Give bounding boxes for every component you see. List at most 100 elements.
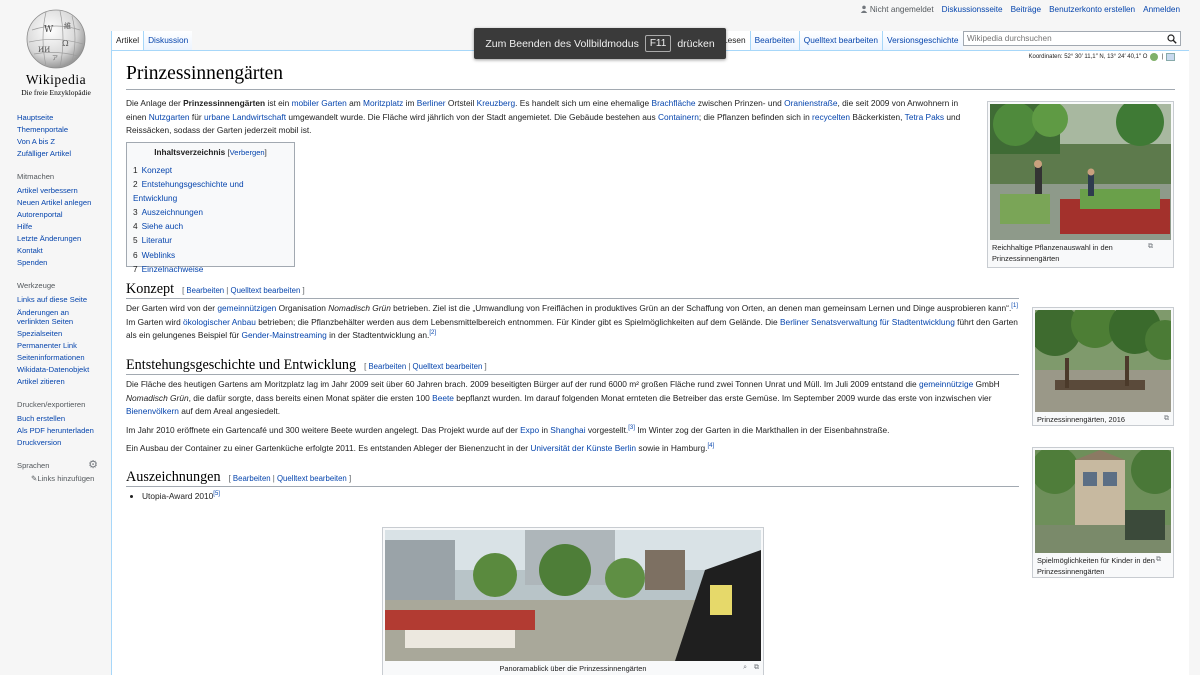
link-recycelten[interactable]: recycelten <box>812 112 850 122</box>
sidebar-item-autorenportal[interactable]: Autorenportal <box>17 210 63 219</box>
tab-artikel[interactable]: Artikel <box>111 31 144 52</box>
link-moritzplatz[interactable]: Moritzplatz <box>363 98 403 108</box>
link-beete[interactable]: Beete <box>432 393 454 403</box>
sidebar-item-kontakt[interactable]: Kontakt <box>17 246 43 255</box>
toc-item[interactable]: 2 Entstehungsgeschichte und Entwicklung <box>133 177 288 205</box>
enlarge-icon[interactable]: ⧉ <box>754 663 759 674</box>
link-gemeinnuetzig[interactable]: gemeinnützigen <box>217 303 276 313</box>
enlarge-icon[interactable]: ⧉ <box>1148 242 1153 253</box>
heading-divider <box>126 298 1019 299</box>
link-udk-berlin[interactable]: Universität der Künste Berlin <box>530 443 636 453</box>
link-kreuzberg[interactable]: Kreuzberg <box>477 98 516 108</box>
sidebar-item-a-bis-z[interactable]: Von A bis Z <box>17 137 55 146</box>
search-icon[interactable] <box>1167 34 1177 44</box>
add-language-links[interactable]: ✎Links hinzufügen <box>31 474 108 483</box>
sidebar-item-spenden[interactable]: Spenden <box>17 258 47 267</box>
create-account-link[interactable]: Benutzerkonto erstellen <box>1049 5 1135 14</box>
contributions-link[interactable]: Beiträge <box>1011 5 1042 14</box>
search-input[interactable] <box>964 32 1154 45</box>
sidebar-item-hilfe[interactable]: Hilfe <box>17 222 32 231</box>
ref-2[interactable]: [2] <box>429 330 436 336</box>
heading-entstehung: Entstehungsgeschichte und Entwicklung[ B… <box>126 357 487 373</box>
svg-text:ア: ア <box>52 55 58 62</box>
toc-item[interactable]: 5 Literatur <box>133 233 288 247</box>
link-tetra-paks[interactable]: Tetra Paks <box>905 112 944 122</box>
tab-diskussion[interactable]: Diskussion <box>143 31 193 52</box>
link-oekologischer-anbau[interactable]: ökologischer Anbau <box>183 317 256 327</box>
ref-4[interactable]: [4] <box>708 443 715 449</box>
edit-link-auszeichnungen[interactable]: Bearbeiten <box>233 474 271 483</box>
toc-item[interactable]: 7 Einzelnachweise <box>133 262 288 276</box>
link-senatsverwaltung[interactable]: Berliner Senatsverwaltung für Stadtentwi… <box>780 317 955 327</box>
sidebar-item-druckversion[interactable]: Druckversion <box>17 438 61 447</box>
link-gender-mainstreaming[interactable]: Gender-Mainstreaming <box>242 330 327 340</box>
toc-item[interactable]: 3 Auszeichnungen <box>133 205 288 219</box>
playground-image[interactable] <box>1035 450 1171 553</box>
source-edit-link-konzept[interactable]: Quelltext bearbeiten <box>231 286 301 295</box>
panorama-image[interactable] <box>385 530 761 661</box>
sidebar-item-spezialseiten[interactable]: Spezialseiten <box>17 329 62 338</box>
sprachen-label: Sprachen <box>17 461 50 470</box>
edit-link-konzept[interactable]: Bearbeiten <box>186 286 224 295</box>
tab-bearbeiten[interactable]: Bearbeiten <box>749 31 799 52</box>
link-berliner[interactable]: Berliner <box>417 98 446 108</box>
globe-icon[interactable] <box>1150 53 1159 61</box>
sidebar-item-hauptseite[interactable]: Hauptseite <box>17 113 53 122</box>
toc-item[interactable]: 1 Konzept <box>133 163 288 177</box>
svg-text:維: 維 <box>64 21 71 30</box>
sidebar-item-artikel-zitieren[interactable]: Artikel zitieren <box>17 377 65 386</box>
sidebar-item-neuen-artikel[interactable]: Neuen Artikel anlegen <box>17 198 91 207</box>
sidebar-item-verlinkte-aenderungen[interactable]: Änderungen an verlinkten Seiten <box>17 308 73 326</box>
ref-1[interactable]: [1] <box>1011 303 1018 309</box>
garden-plants-image[interactable] <box>990 104 1171 240</box>
sidebar-item-letzte-aenderungen[interactable]: Letzte Änderungen <box>17 234 81 243</box>
link-containern[interactable]: Containern <box>658 112 699 122</box>
toc-item[interactable]: 4 Siehe auch <box>133 219 288 233</box>
source-edit-link-entstehung[interactable]: Quelltext bearbeiten <box>413 362 483 371</box>
source-edit-link-auszeichnungen[interactable]: Quelltext bearbeiten <box>277 474 347 483</box>
coordinates-link[interactable]: Koordinaten: 52° 30′ 11,1″ N, 13° 24′ 40… <box>1029 54 1148 60</box>
sidebar-navigation: Hauptseite Themenportale Von A bis Z Zuf… <box>0 112 108 160</box>
logo-wordmark: Wikipedia <box>25 72 87 87</box>
sidebar-item-pdf[interactable]: Als PDF herunterladen <box>17 426 94 435</box>
heading-divider <box>126 486 1019 487</box>
sidebar-item-themenportale[interactable]: Themenportale <box>17 125 68 134</box>
ref-5[interactable]: [5] <box>213 491 220 497</box>
map-icon[interactable] <box>1166 53 1175 61</box>
enlarge-icon[interactable]: ⧉ <box>1156 555 1161 566</box>
link-nutzgarten[interactable]: Nutzgarten <box>149 112 190 122</box>
f11-key: F11 <box>644 35 672 52</box>
sidebar-item-buch-erstellen[interactable]: Buch erstellen <box>17 414 65 423</box>
wikipedia-logo[interactable]: W Ω ИИ 維 ア Wikipedia Die freie Enzyklopä… <box>14 8 98 97</box>
sidebar-mitmachen: Mitmachen Artikel verbessern Neuen Artik… <box>0 172 108 269</box>
talk-link[interactable]: Diskussionsseite <box>942 5 1003 14</box>
link-bienenvoelkern[interactable]: Bienenvölkern <box>126 406 179 416</box>
link-mobiler-garten[interactable]: mobiler Garten <box>292 98 347 108</box>
gear-icon[interactable]: ⚙ <box>88 460 98 471</box>
link-gemeinnuetzige[interactable]: gemeinnützige <box>919 379 973 389</box>
link-oranienstrasse[interactable]: Oranienstraße <box>784 98 837 108</box>
fullscreen-notice: Zum Beenden des Vollbildmodus F11 drücke… <box>474 28 726 59</box>
edit-link-entstehung[interactable]: Bearbeiten <box>368 362 406 371</box>
tab-versionsgeschichte[interactable]: Versionsgeschichte <box>882 31 963 52</box>
sidebar-item-seiteninformationen[interactable]: Seiteninformationen <box>17 353 85 362</box>
sidebar-item-wikidata[interactable]: Wikidata-Datenobjekt <box>17 365 89 374</box>
sidebar-item-artikel-verbessern[interactable]: Artikel verbessern <box>17 186 78 195</box>
link-shanghai[interactable]: Shanghai <box>550 425 585 435</box>
garden-trees-image[interactable] <box>1035 310 1171 412</box>
enlarge-icon[interactable]: ⧉ <box>1164 414 1169 425</box>
toc-item[interactable]: 6 Weblinks <box>133 248 288 262</box>
magnifier-icon[interactable]: ⌕ <box>743 663 747 674</box>
title-divider <box>126 89 1175 90</box>
tab-quelltext-bearbeiten[interactable]: Quelltext bearbeiten <box>798 31 883 52</box>
sidebar-item-permanenter-link[interactable]: Permanenter Link <box>17 341 77 350</box>
link-brachflaeche[interactable]: Brachfläche <box>652 98 696 108</box>
sidebar-item-links-auf-seite[interactable]: Links auf diese Seite <box>17 295 87 304</box>
toc-toggle[interactable]: Verbergen <box>230 148 265 157</box>
sidebar-item-zufaelliger-artikel[interactable]: Zufälliger Artikel <box>17 149 71 158</box>
login-link[interactable]: Anmelden <box>1143 5 1180 14</box>
thumbnail-caption: Panoramablick über die Prinzessinnengärt… <box>499 663 759 674</box>
link-urbane-landwirtschaft[interactable]: urbane Landwirtschaft <box>204 112 286 122</box>
ref-3[interactable]: [3] <box>628 425 635 431</box>
link-expo[interactable]: Expo <box>520 425 539 435</box>
